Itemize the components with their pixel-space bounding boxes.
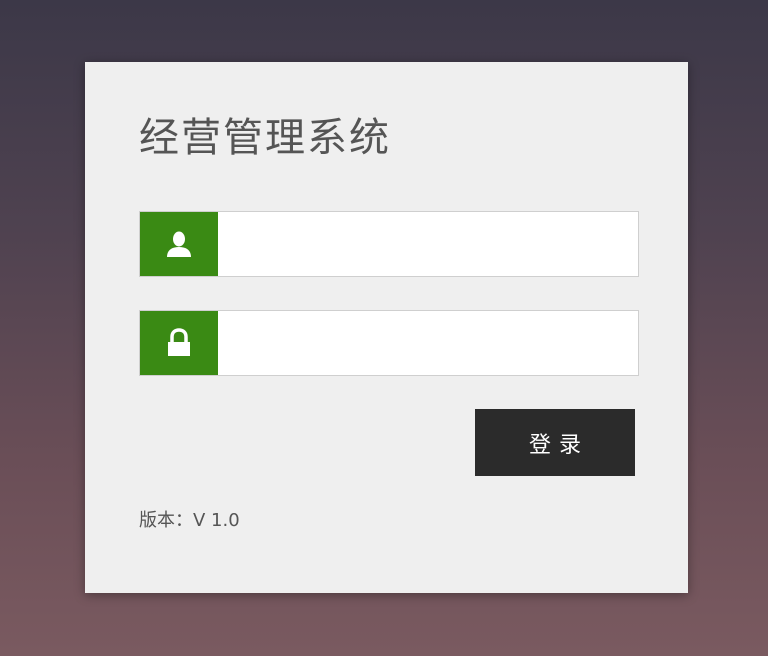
login-button[interactable]: 登录	[475, 409, 635, 476]
lock-icon	[168, 328, 190, 356]
username-field[interactable]	[139, 211, 639, 277]
login-card: 经营管理系统 登录 版本：V 1.0	[85, 62, 688, 593]
password-field[interactable]	[139, 310, 639, 376]
user-icon	[167, 231, 191, 257]
version-text: 版本：V 1.0	[139, 510, 240, 531]
username-input[interactable]	[218, 212, 638, 276]
password-input[interactable]	[218, 311, 638, 375]
username-icon-box	[140, 212, 218, 276]
page-title: 经营管理系统	[139, 115, 391, 161]
password-icon-box	[140, 311, 218, 375]
